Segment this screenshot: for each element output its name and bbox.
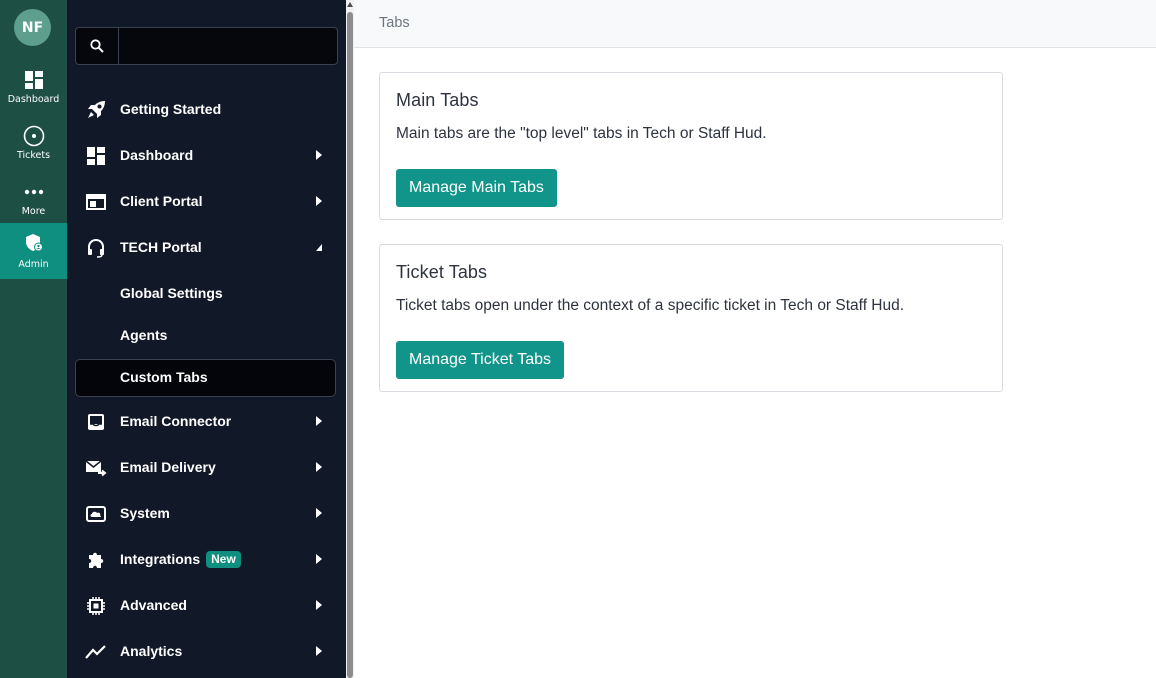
nav-item-getting-started[interactable]: Getting Started <box>75 91 336 129</box>
search-icon <box>90 39 104 53</box>
nav-item-label: Advanced <box>120 597 187 613</box>
manage-main-tabs-button[interactable]: Manage Main Tabs <box>396 169 557 207</box>
inbox-icon <box>85 411 107 433</box>
rocket-icon <box>85 99 107 121</box>
dashboard-icon <box>0 70 67 90</box>
puzzle-icon <box>85 549 107 571</box>
nav-item-dashboard[interactable]: Dashboard <box>75 137 336 175</box>
caret-right-icon <box>316 462 322 472</box>
rail-item-label: Admin <box>18 259 49 270</box>
caret-right-icon <box>316 554 322 564</box>
page-header: Tabs <box>354 0 1156 48</box>
card-description: Main tabs are the "top level" tabs in Te… <box>396 125 767 142</box>
more-icon <box>0 182 67 202</box>
tickets-icon <box>0 125 67 147</box>
nav-item-label: System <box>120 505 170 521</box>
caret-right-icon <box>316 646 322 656</box>
rail-item-tickets[interactable]: Tickets <box>0 118 67 174</box>
nav-item-advanced[interactable]: Advanced <box>75 587 336 625</box>
nav-item-system[interactable]: System <box>75 495 336 533</box>
nav-item-email-delivery[interactable]: Email Delivery <box>75 449 336 487</box>
nav-item-client-portal[interactable]: Client Portal <box>75 183 336 221</box>
sidebar: Getting Started Dashboard Client Portal … <box>67 0 346 678</box>
manage-ticket-tabs-button[interactable]: Manage Ticket Tabs <box>396 341 565 379</box>
search-input[interactable] <box>120 28 338 64</box>
dashboard-icon <box>85 145 107 167</box>
nav-item-label: Email Connector <box>120 413 232 429</box>
rail-item-more[interactable]: More <box>0 174 67 230</box>
rail-item-dashboard[interactable]: Dashboard <box>0 62 67 118</box>
headset-icon <box>85 237 107 259</box>
nav-item-integrations[interactable]: Integrations New <box>75 541 336 579</box>
chip-icon <box>85 595 107 617</box>
scrollbar-thumb[interactable] <box>347 12 353 678</box>
rail-item-label: More <box>21 206 46 217</box>
sidebar-scrollbar[interactable] <box>346 0 354 678</box>
email-send-icon <box>85 457 107 479</box>
card-description: Ticket tabs open under the context of a … <box>396 297 905 314</box>
nav-item-label: TECH Portal <box>120 239 202 255</box>
nav-item-tech-portal[interactable]: TECH Portal <box>75 229 336 267</box>
nav-item-email-connector[interactable]: Email Connector <box>75 403 336 441</box>
nav-item-label: Client Portal <box>120 193 203 209</box>
nav-item-label: Custom Tabs <box>120 369 208 385</box>
nav-item-label: Integrations New <box>120 551 241 568</box>
new-badge: New <box>206 551 241 568</box>
nav-item-analytics[interactable]: Analytics <box>75 633 336 671</box>
user-avatar[interactable]: NF <box>14 9 51 46</box>
search-box <box>75 27 338 65</box>
caret-right-icon <box>316 508 322 518</box>
page-title: Tabs <box>379 15 410 31</box>
nav-subitem-custom-tabs[interactable]: Custom Tabs <box>75 359 336 397</box>
caret-up-icon <box>316 244 322 251</box>
rail-item-label: Dashboard <box>7 94 60 105</box>
cloud-monitor-icon <box>85 503 107 525</box>
nav-item-label: Global Settings <box>120 285 223 301</box>
app-rail: NF Dashboard Tickets More Admin <box>0 0 67 678</box>
admin-shield-icon <box>0 233 67 253</box>
nav-subitem-global-settings[interactable]: Global Settings <box>75 275 336 313</box>
nav-item-label: Email Delivery <box>120 459 216 475</box>
nav-item-label: Getting Started <box>120 101 222 117</box>
card-title: Main Tabs <box>396 90 479 110</box>
scroll-up-arrow-icon[interactable] <box>347 2 353 7</box>
rail-item-admin[interactable]: Admin <box>0 223 67 279</box>
nav-item-label: Analytics <box>120 643 183 659</box>
trend-line-icon <box>85 641 107 663</box>
nav-subitem-agents[interactable]: Agents <box>75 317 336 355</box>
caret-right-icon <box>316 416 322 426</box>
nav-item-label-text: Integrations <box>120 551 201 567</box>
caret-right-icon <box>316 196 322 206</box>
nav-item-label: Agents <box>120 327 168 343</box>
rail-item-label: Tickets <box>16 150 51 161</box>
card-title: Ticket Tabs <box>396 262 488 282</box>
caret-right-icon <box>316 600 322 610</box>
nav-item-label: Dashboard <box>120 147 194 163</box>
caret-right-icon <box>316 150 322 160</box>
ticket-tabs-card: Ticket Tabs Ticket tabs open under the c… <box>379 244 1003 392</box>
search-button[interactable] <box>76 28 119 64</box>
main-tabs-card: Main Tabs Main tabs are the "top level" … <box>379 72 1003 220</box>
browser-window-icon <box>85 191 107 213</box>
